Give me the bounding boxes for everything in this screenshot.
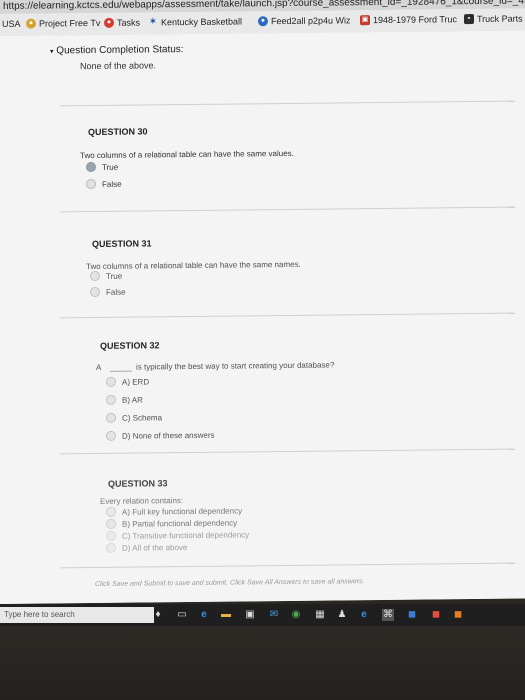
bookmark-label: USA [2,18,21,29]
bookmark-label: Kentucky Basketball [161,16,243,28]
q33-option-c[interactable]: C) Transitive functional dependency [106,529,249,541]
bookmark-label: 1948-1979 Ford Truc [373,14,458,26]
bookmark-tasks[interactable]: ● Tasks [104,18,140,28]
divider [60,206,515,213]
radio-button[interactable] [106,376,116,387]
app-icon[interactable]: ◼ [406,609,418,621]
feed-icon: ● [258,16,268,27]
divider [60,562,515,569]
q33-option-b[interactable]: B) Partial functional dependency [106,518,237,529]
q31-option-true[interactable]: True [90,270,122,282]
q32-option-c[interactable]: C) Schema [106,412,162,423]
radio-button[interactable] [86,178,96,190]
bookmark-label: Feed2all p2p4u Wiz [271,15,351,27]
question-32-text: is typically the best way to start creat… [136,360,335,372]
page-icon: ▪ [464,14,474,25]
completion-status-toggle[interactable]: ▾ Question Completion Status: [50,44,184,56]
bookmark-project-free-tv[interactable]: ● Project Free Tv [26,18,100,29]
q32-option-b[interactable]: B) AR [106,394,143,405]
file-explorer-icon[interactable]: ▬ [220,609,232,621]
question-31-title: QUESTION 31 [92,238,152,250]
save-instructions: Click Save and Submit to save and submit… [95,578,365,589]
radio-button[interactable] [106,394,116,405]
taskbar-search-input[interactable]: Type here to search [0,607,154,623]
bookmark-label: Tasks [117,17,141,28]
bookmark-truck-parts[interactable]: ▪ Truck Parts a [464,13,525,25]
tasks-icon: ● [104,17,114,28]
chrome-icon[interactable]: ◉ [290,609,302,621]
q32-option-d[interactable]: D) None of these answers [106,430,215,441]
q30-option-false[interactable]: False [86,178,122,190]
app-icon[interactable]: ◼ [452,609,464,621]
edge-browser-icon[interactable]: e [198,609,210,621]
radio-button[interactable] [90,286,100,298]
bookmark-ford-truck[interactable]: ▣ 1948-1979 Ford Truc [360,14,458,26]
question-33-title: QUESTION 33 [108,478,168,489]
q31-option-false[interactable]: False [90,286,126,298]
bookmark-label: Project Free Tv [39,17,101,29]
question-30-text: Two columns of a relational table can ha… [80,148,294,161]
question-32-blank [110,362,132,372]
internet-explorer-icon[interactable]: e [358,609,370,621]
radio-button[interactable] [90,270,100,282]
photos-icon[interactable]: ▦ [314,609,326,621]
question-31-text: Two columns of a relational table can ha… [86,259,301,272]
bookmark-label: Truck Parts a [477,13,525,25]
question-32-title: QUESTION 32 [100,340,160,351]
radio-button[interactable] [106,518,116,529]
app-icon[interactable]: ◼ [430,609,442,621]
task-view-icon[interactable]: ▭ [176,609,188,621]
question-33-text: Every relation contains: [100,496,184,506]
divider [60,100,515,107]
radio-button[interactable] [106,412,116,423]
divider [60,448,515,455]
question-32-prefix: A [96,362,102,372]
chevron-down-icon: ▾ [50,48,54,56]
bookmark-feed2all[interactable]: ● Feed2all p2p4u Wiz [258,15,351,27]
previous-question-option: None of the above. [80,60,157,72]
divider [60,312,515,319]
radio-button[interactable] [86,161,96,173]
radio-button[interactable] [106,506,116,517]
taskbar: Type here to search ♦ ▭ e ▬ ▣ ✉ ◉ ▦ ♟ e … [0,604,525,626]
bookmark-usa[interactable]: USA [2,19,21,29]
radio-button[interactable] [106,542,116,553]
screen: https://elearning.kctcs.edu/webapps/asse… [0,0,525,604]
assessment-page: ▾ Question Completion Status: None of th… [0,30,525,604]
mail-icon[interactable]: ✉ [268,609,280,621]
bookmark-kentucky-basketball[interactable]: ✶ Kentucky Basketball [148,16,242,27]
q30-option-true[interactable]: True [86,161,118,173]
app-icon[interactable]: ⌘ [382,609,394,621]
people-icon[interactable]: ♟ [336,609,348,621]
q33-option-d[interactable]: D) All of the above [106,542,187,553]
q32-option-a[interactable]: A) ERD [106,376,149,387]
store-icon[interactable]: ▣ [244,609,256,621]
page-icon: ▣ [360,15,370,26]
star-logo-icon: ✶ [148,16,158,28]
q33-option-a[interactable]: A) Full key functional dependency [106,505,242,517]
globe-icon: ● [26,18,36,29]
radio-button[interactable] [106,430,116,441]
question-30-title: QUESTION 30 [88,126,148,138]
radio-button[interactable] [106,530,116,541]
completion-status-label: Question Completion Status: [56,44,184,57]
microphone-icon[interactable]: ♦ [152,609,164,621]
desk-surface [0,626,525,700]
